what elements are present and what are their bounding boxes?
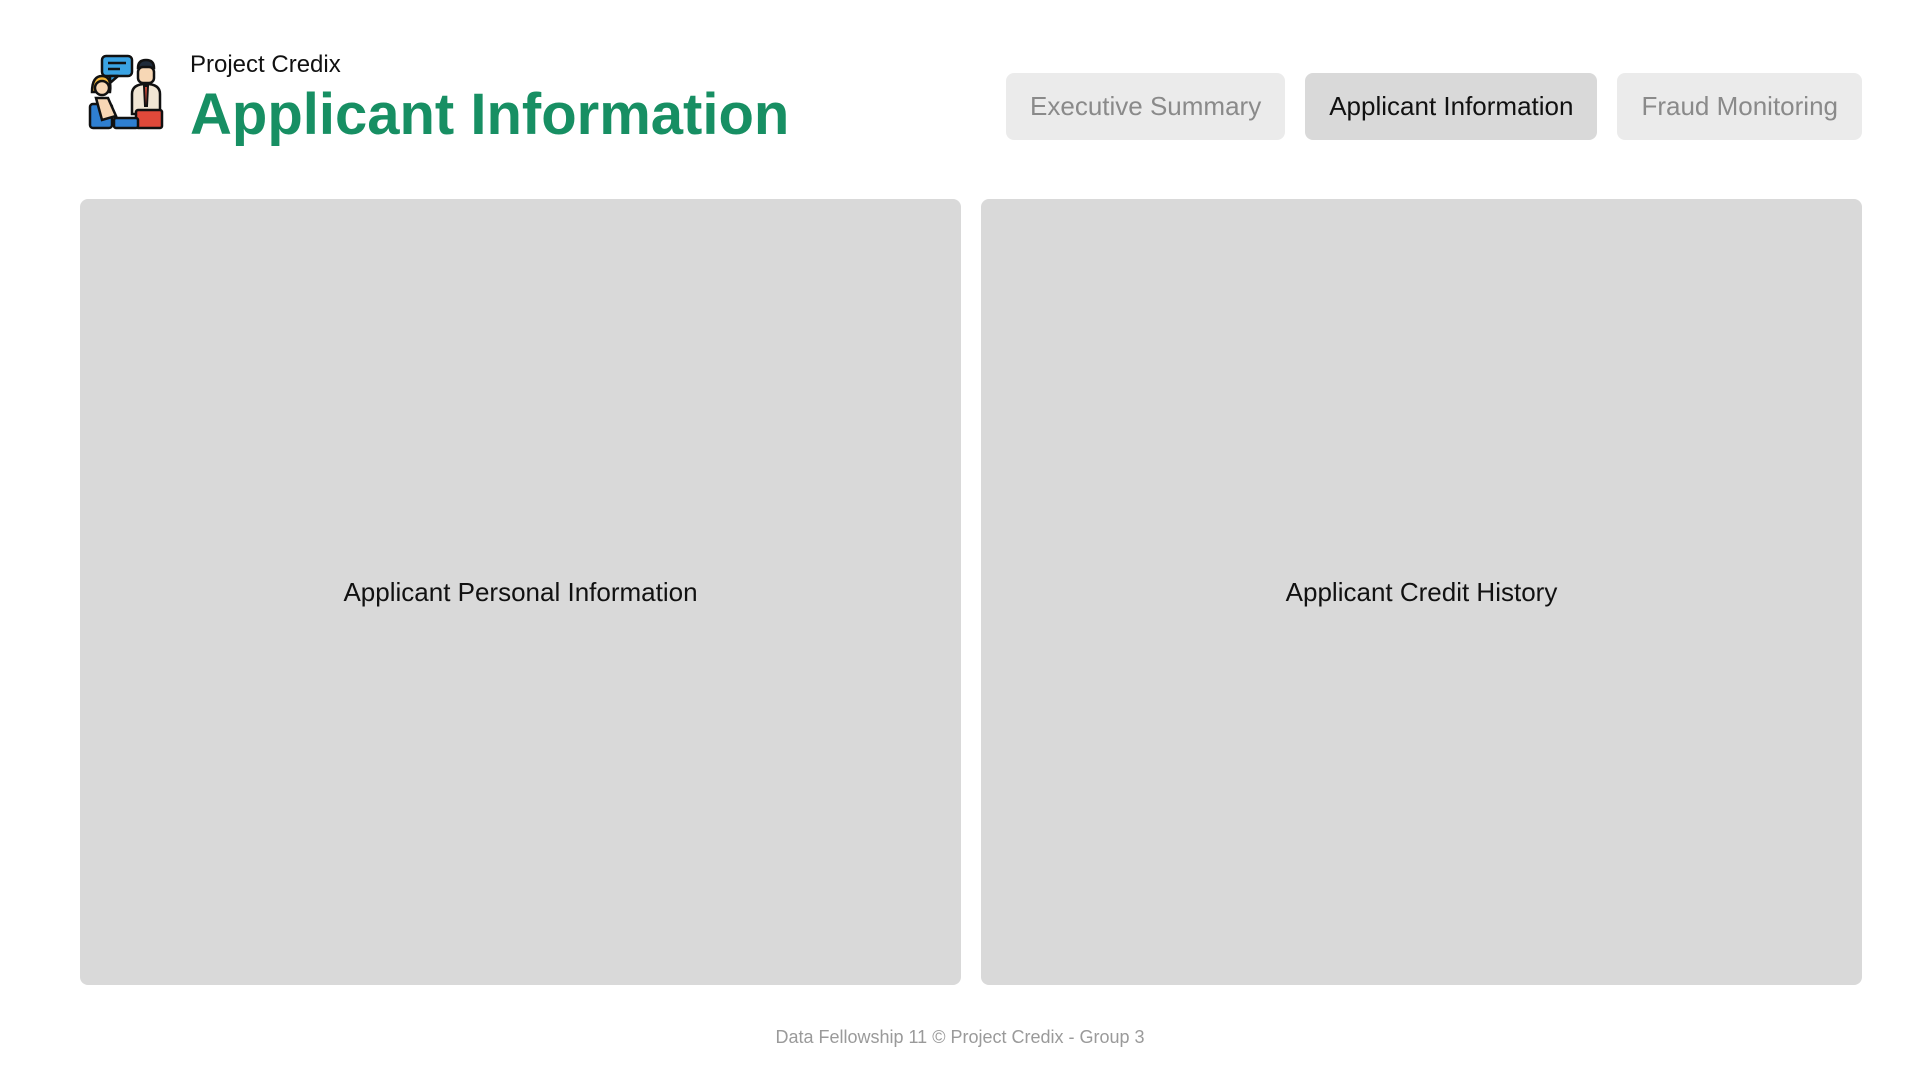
tab-fraud-monitoring[interactable]: Fraud Monitoring bbox=[1617, 73, 1862, 140]
tab-applicant-information[interactable]: Applicant Information bbox=[1305, 73, 1598, 140]
dashboard-page: Project Credix Applicant Information Exe… bbox=[0, 0, 1920, 1080]
tab-executive-summary[interactable]: Executive Summary bbox=[1006, 73, 1286, 140]
header: Project Credix Applicant Information Exe… bbox=[80, 50, 1862, 150]
content-panels: Applicant Personal Information Applicant… bbox=[80, 199, 1862, 985]
interview-people-icon bbox=[88, 54, 164, 130]
project-name: Project Credix bbox=[190, 51, 341, 78]
panel-applicant-credit-history: Applicant Credit History bbox=[981, 199, 1862, 985]
page-title: Applicant Information bbox=[190, 82, 790, 147]
navigation-tabs: Executive Summary Applicant Information … bbox=[1006, 73, 1862, 140]
title-block: Project Credix Applicant Information bbox=[190, 50, 789, 148]
panel-label: Applicant Personal Information bbox=[343, 576, 698, 607]
panel-label: Applicant Credit History bbox=[1285, 576, 1558, 607]
panel-applicant-personal-information: Applicant Personal Information bbox=[80, 199, 961, 985]
footer-credits: Data Fellowship 11 © Project Credix - Gr… bbox=[775, 1027, 1145, 1047]
